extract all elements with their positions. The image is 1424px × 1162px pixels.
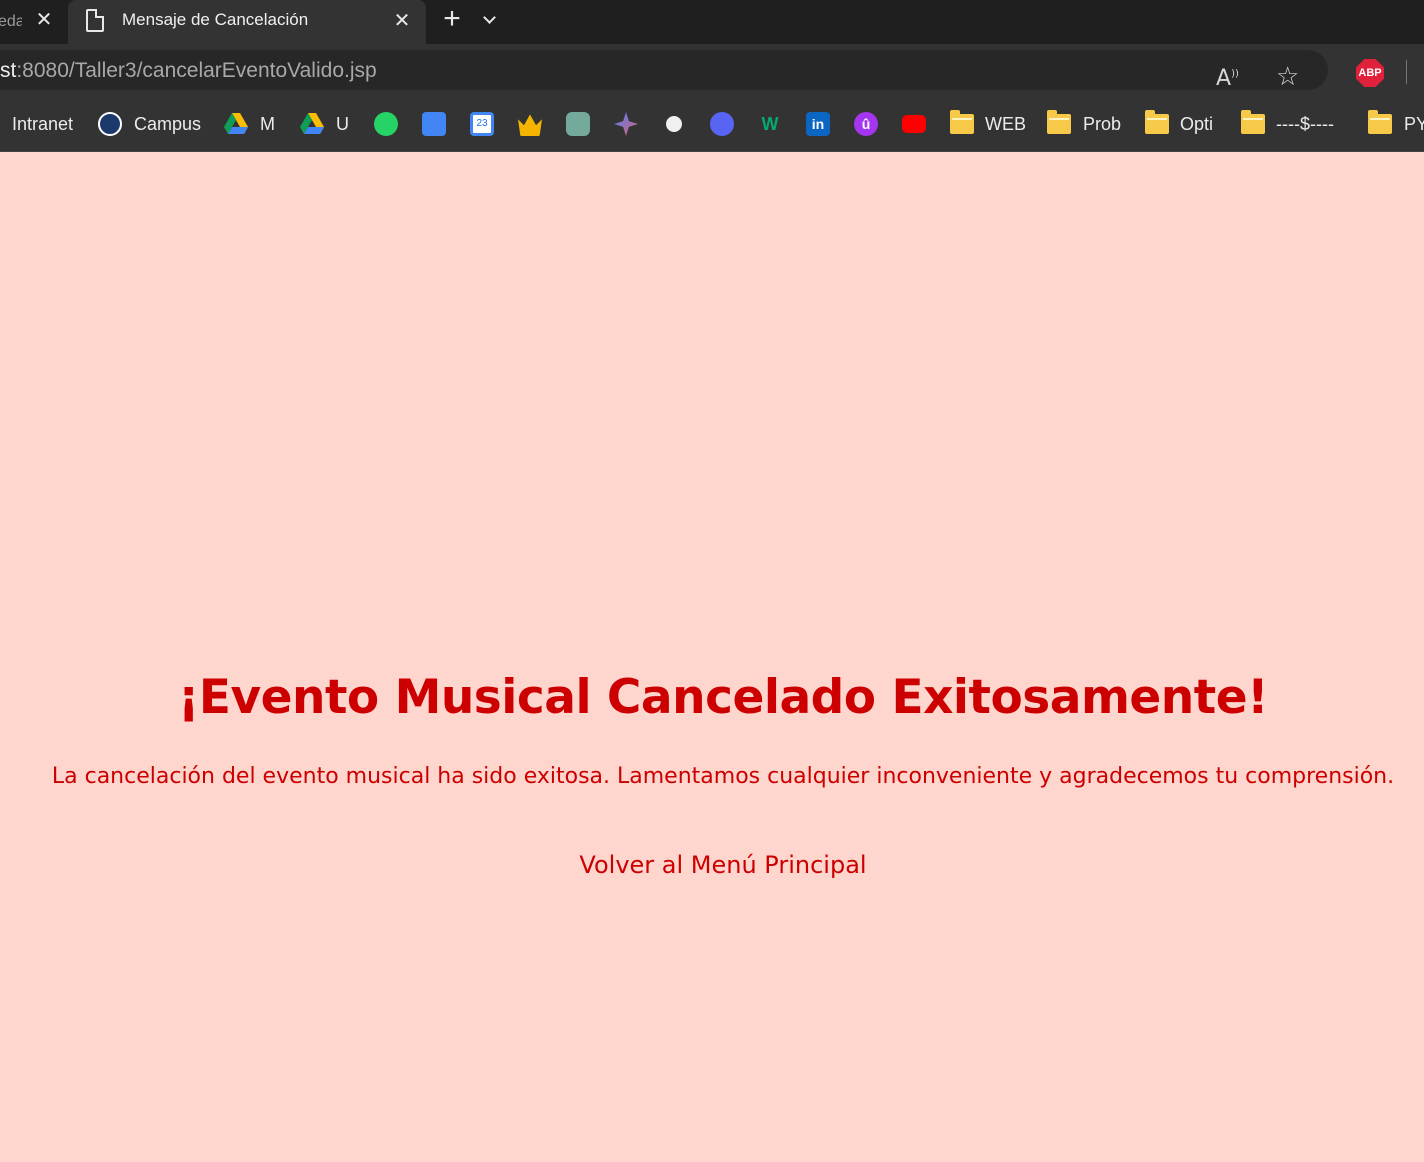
- folder-icon: [950, 110, 974, 134]
- toolbar: st:8080/Taller3/cancelarEventoValido.jsp…: [0, 44, 1424, 96]
- bookmark-crown[interactable]: [518, 96, 542, 152]
- udemy-icon: û: [854, 112, 878, 136]
- page-title: ¡Evento Musical Cancelado Exitosamente!: [177, 670, 1269, 725]
- bookmark-intranet[interactable]: Intranet: [12, 96, 73, 152]
- gemini-icon: [614, 112, 638, 136]
- bookmark-label: PY: [1404, 113, 1424, 134]
- bookmark-gemini[interactable]: [614, 96, 638, 152]
- linkedin-icon: in: [806, 112, 830, 136]
- address-bar[interactable]: st:8080/Taller3/cancelarEventoValido.jsp…: [0, 50, 1328, 92]
- bookmark-folder-web[interactable]: WEB: [950, 96, 1026, 152]
- whatsapp-icon: [374, 112, 398, 136]
- bookmarks-bar: Intranet Campus M U 23 W in û WEB Prob O…: [0, 96, 1424, 152]
- bookmark-github[interactable]: [662, 96, 686, 152]
- tab-previous[interactable]: eda ✕: [0, 0, 66, 44]
- address-url[interactable]: st:8080/Taller3/cancelarEventoValido.jsp: [0, 59, 377, 83]
- bookmark-label: U: [336, 113, 349, 134]
- bookmark-campus[interactable]: Campus: [98, 96, 201, 152]
- adblock-plus-icon[interactable]: ABP: [1356, 59, 1384, 87]
- back-to-menu-link[interactable]: Volver al Menú Principal: [579, 851, 866, 879]
- toolbar-divider: [1406, 60, 1407, 84]
- bookmark-label: Opti: [1180, 113, 1214, 134]
- bookmark-linkedin[interactable]: in: [806, 96, 830, 152]
- bookmark-chatgpt[interactable]: [566, 96, 590, 152]
- bookmark-label: WEB: [985, 113, 1027, 134]
- bookmark-label: ----$----: [1276, 113, 1334, 134]
- google-drive-icon: [224, 113, 248, 134]
- read-aloud-icon[interactable]: A)): [1216, 66, 1239, 91]
- close-icon[interactable]: ✕: [392, 11, 412, 31]
- document-icon: [86, 9, 104, 32]
- tab-active[interactable]: Mensaje de Cancelación ✕: [68, 0, 426, 44]
- folder-icon: [1241, 110, 1265, 134]
- google-docs-icon: [422, 112, 446, 136]
- folder-icon: [1047, 110, 1071, 134]
- bookmark-folder-opti[interactable]: Opti: [1145, 96, 1213, 152]
- bookmark-docs[interactable]: [422, 96, 446, 152]
- new-tab-icon[interactable]: +: [438, 4, 466, 34]
- crown-icon: [518, 114, 542, 136]
- bookmark-calendar[interactable]: 23: [470, 96, 494, 152]
- close-icon[interactable]: ✕: [34, 10, 54, 30]
- bookmark-folder-money[interactable]: ----$----: [1241, 96, 1334, 152]
- campus-icon: [98, 112, 122, 136]
- bookmark-label: Campus: [134, 113, 202, 134]
- address-host: st: [0, 59, 17, 82]
- chevron-down-icon[interactable]: [480, 10, 500, 30]
- google-calendar-icon: 23: [470, 112, 494, 136]
- bookmark-udemy[interactable]: û: [854, 96, 878, 152]
- address-path: :8080/Taller3/cancelarEventoValido.jsp: [16, 59, 377, 82]
- favorite-star-icon[interactable]: ☆: [1276, 62, 1299, 92]
- bookmark-drive-u[interactable]: U: [300, 96, 349, 152]
- read-aloud-waves: )): [1231, 68, 1239, 80]
- w3-icon: W: [761, 114, 779, 134]
- bookmark-w3schools[interactable]: W: [758, 96, 782, 152]
- bookmark-folder-prob[interactable]: Prob: [1047, 96, 1121, 152]
- folder-icon: [1368, 110, 1392, 134]
- youtube-icon: [902, 115, 926, 133]
- bookmark-whatsapp[interactable]: [374, 96, 398, 152]
- cancellation-message: La cancelación del evento musical ha sid…: [51, 764, 1395, 789]
- page-content: ¡Evento Musical Cancelado Exitosamente! …: [0, 152, 1424, 1162]
- bookmark-label: Intranet: [12, 113, 74, 134]
- bookmark-youtube[interactable]: [902, 96, 926, 152]
- tab-previous-title: eda: [0, 13, 22, 30]
- google-drive-icon: [300, 113, 324, 134]
- folder-icon: [1145, 110, 1169, 134]
- bookmark-discord[interactable]: [710, 96, 734, 152]
- tab-strip: eda ✕ Mensaje de Cancelación ✕ +: [0, 0, 1424, 44]
- tab-active-title: Mensaje de Cancelación: [122, 10, 309, 29]
- bookmark-label: M: [260, 113, 275, 134]
- read-aloud-glyph: A: [1216, 66, 1232, 91]
- back-to-menu-row: Volver al Menú Principal: [0, 851, 1424, 879]
- bookmark-label: Prob: [1083, 113, 1122, 134]
- bookmark-drive-m[interactable]: M: [224, 96, 275, 152]
- chatgpt-icon: [566, 112, 590, 136]
- bookmark-folder-py[interactable]: PY: [1368, 96, 1424, 152]
- discord-icon: [710, 112, 734, 136]
- github-icon: [662, 112, 686, 136]
